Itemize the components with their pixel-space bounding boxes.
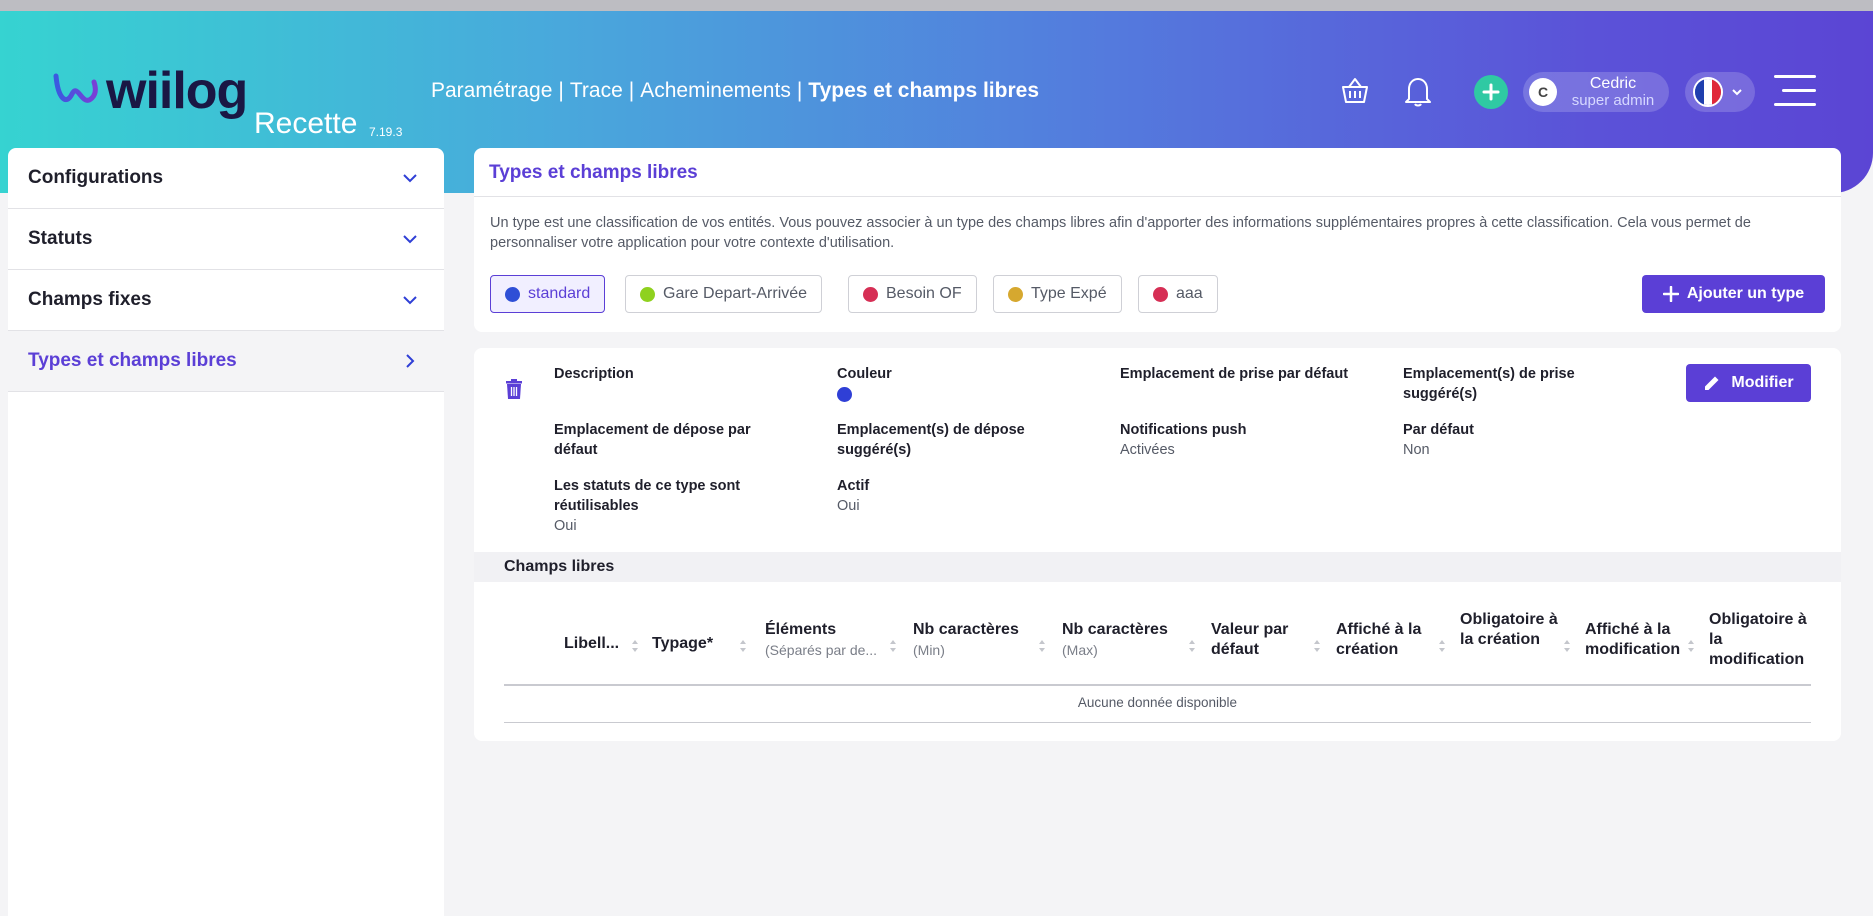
field-emplacement-prise-defaut: Emplacement de prise par défaut [1120,366,1349,382]
browser-top-strip [0,0,1873,11]
quick-add-button[interactable] [1474,75,1508,109]
sort-icon [1189,640,1195,652]
breadcrumb-item[interactable]: Acheminements [640,79,791,102]
column-header-elements[interactable]: Éléments (Séparés par de... [765,620,890,660]
sidebar-item-label: Champs fixes [28,289,152,310]
field-emplacements-prise-suggeres: Emplacement(s) de prise suggéré(s) [1403,366,1575,402]
field-description: Description [554,366,634,382]
type-chip-besoin-of[interactable]: Besoin OF [848,275,977,313]
column-header-typage[interactable]: Typage* [652,634,732,654]
color-dot [863,286,878,302]
plus-icon [1482,83,1500,101]
sidebar-item-configurations[interactable]: Configurations [8,148,444,209]
color-dot [640,286,655,302]
page-title: Types et champs libres [489,162,698,183]
sidebar-item-statuts[interactable]: Statuts [8,209,444,270]
modify-button[interactable]: Modifier [1686,364,1811,402]
column-header-obligatoire-creation[interactable]: Obligatoire à la création [1460,610,1560,650]
color-dot [1008,286,1023,302]
bell-icon[interactable] [1398,71,1438,111]
wiilog-logo-icon [53,73,98,103]
column-header-nb-caracteres-max[interactable]: Nb caractères (Max) [1062,620,1187,660]
type-chip-label: Type Expé [1031,285,1107,302]
breadcrumb-current: Types et champs libres [808,79,1039,102]
trash-icon[interactable] [504,378,524,405]
plus-icon [1662,286,1679,302]
column-header-libelle[interactable]: Libell... [564,634,624,654]
type-chip-label: Besoin OF [886,285,962,302]
sort-icon [1439,640,1445,652]
sort-icon [632,640,638,652]
free-fields-section-header: Champs libres [474,552,1841,582]
color-swatch [837,387,852,402]
breadcrumb: Paramétrage | Trace | Acheminements | Types et… [431,79,1039,102]
column-header-nb-caracteres-min[interactable]: Nb caractères (Min) [913,620,1038,660]
sidebar-item-label: Configurations [28,167,164,188]
color-dot [1153,286,1168,302]
user-name: Cedric [1589,75,1637,92]
logo-text: wiilog [106,62,248,120]
type-chip-type-expe[interactable]: Type Expé [993,275,1122,313]
field-actif: Actif Oui [837,478,870,514]
column-header-affiche-creation[interactable]: Affiché à la création [1336,620,1444,660]
table-empty-message: Aucune donnée disponible [1077,695,1238,710]
field-statuts-reutilisables: Les statuts de ce type sont réutilisable… [554,478,741,534]
column-header-affiche-modification[interactable]: Affiché à la modification [1585,620,1695,660]
basket-icon[interactable] [1335,71,1375,111]
types-description: Un type est une classification de vos en… [490,215,1751,251]
sort-icon [1314,640,1320,652]
pencil-icon [1705,376,1719,390]
breadcrumb-item[interactable]: Trace [570,79,623,102]
avatar: C [1529,78,1557,106]
type-chip-gare-depart-arrivee[interactable]: Gare Depart-Arrivée [625,275,823,313]
type-chip-label: Gare Depart-Arrivée [663,285,808,302]
settings-sidebar: Configurations Statuts Champs fixes Type… [8,148,444,916]
menu-icon[interactable] [1774,73,1816,109]
logo[interactable]: wiilog [52,61,248,121]
add-type-button[interactable]: Ajouter un type [1642,275,1825,313]
chevron-down-icon [403,174,417,183]
free-fields-title: Champs libres [504,558,615,575]
chevron-down-icon [1732,89,1742,96]
breadcrumb-item[interactable]: Paramétrage [431,79,552,102]
divider [474,196,1841,197]
sort-icon [1688,640,1694,652]
chevron-down-icon [403,296,417,305]
type-chip-label: aaa [1176,285,1203,302]
field-emplacement-depose-defaut: Emplacement de dépose par défaut [554,422,751,458]
france-flag-icon [1693,77,1723,107]
language-selector[interactable] [1685,72,1755,112]
column-header-obligatoire-modification[interactable]: Obligatoire à la modification [1709,610,1811,670]
color-dot [505,286,520,302]
type-chip-standard[interactable]: standard [490,275,606,313]
sort-icon [890,640,896,652]
table-header-divider [504,684,1811,686]
environment-label: Recette [254,107,358,140]
chevron-right-icon [406,354,415,368]
chevron-down-icon [403,235,417,244]
sort-icon [1564,640,1570,652]
sort-icon [1039,640,1045,652]
sidebar-item-champs-fixes[interactable]: Champs fixes [8,270,444,331]
type-chip-aaa[interactable]: aaa [1138,275,1218,313]
column-header-valeur-par-defaut[interactable]: Valeur par défaut [1211,620,1311,660]
user-role: super admin [1571,92,1655,109]
field-couleur: Couleur [837,364,1077,402]
field-par-defaut: Par défaut Non [1403,422,1474,458]
type-detail-card: Description Couleur Emplacement de prise… [474,348,1841,741]
user-menu[interactable]: C Cedric super admin [1523,72,1669,112]
sidebar-item-label: Types et champs libres [28,350,237,371]
type-chip-label: standard [528,285,591,302]
types-card: Types et champs libres Un type est une c… [474,148,1841,332]
version-label: 7.19.3 [369,125,403,139]
sidebar-item-label: Statuts [28,228,93,249]
field-emplacements-depose-suggeres: Emplacement(s) de dépose suggéré(s) [837,422,1025,458]
sidebar-item-types-champs-libres[interactable]: Types et champs libres [8,331,444,392]
table-bottom-divider [504,722,1811,723]
sort-icon [740,640,746,652]
field-notifications-push: Notifications push Activées [1120,422,1247,458]
